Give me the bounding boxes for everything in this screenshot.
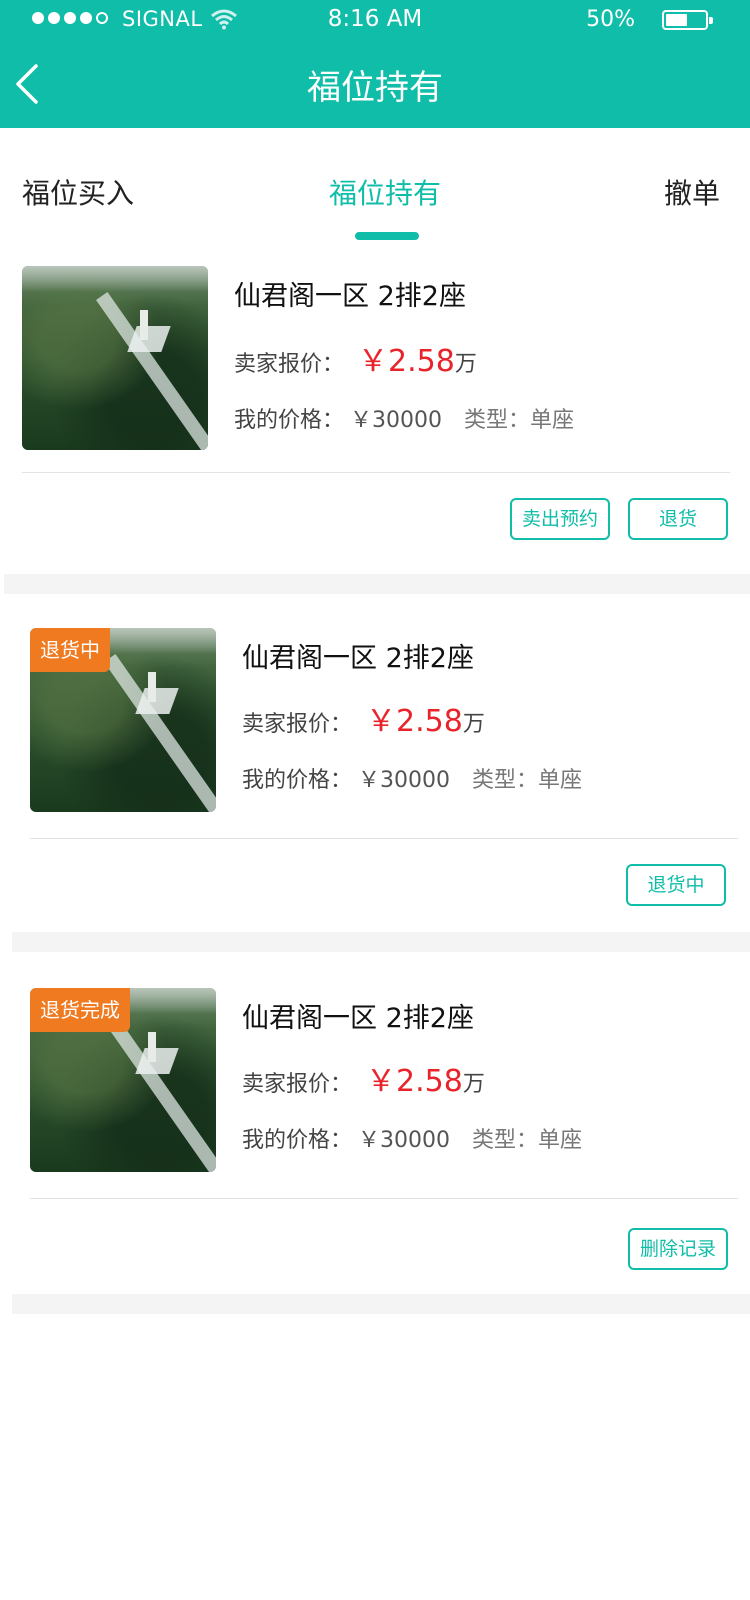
my-price: ￥30000 — [350, 408, 443, 433]
status-time: 8:16 AM — [327, 6, 423, 32]
holding-card: 仙君阁一区 2排2座 卖家报价： ￥2.58万 我的价格： ￥30000 类型：单座 … — [0, 240, 750, 570]
section-gap — [12, 1294, 750, 1314]
item-title: 仙君阁一区 2排2座 — [242, 643, 474, 674]
battery-icon — [662, 10, 713, 30]
cemetery-photo: 退货中 — [30, 628, 216, 812]
status-badge: 退货完成 — [30, 988, 130, 1032]
status-badge: 退货中 — [30, 628, 110, 672]
seller-price-row: 卖家报价： ￥2.58万 — [242, 696, 485, 740]
type-value: 单座 — [530, 408, 575, 433]
my-price: ￥30000 — [358, 768, 451, 793]
seller-price-unit: 万 — [462, 712, 485, 737]
seller-price-unit: 万 — [462, 1072, 485, 1097]
type-value: 单座 — [538, 768, 583, 793]
card-divider — [22, 472, 730, 473]
item-title: 仙君阁一区 2排2座 — [242, 1003, 474, 1034]
my-price: ￥30000 — [358, 1128, 451, 1153]
section-gap — [4, 574, 750, 594]
cemetery-photo: 退货完成 — [30, 988, 216, 1172]
my-price-label: 我的价格： — [242, 768, 353, 793]
active-tab-indicator — [355, 232, 419, 240]
my-price-label: 我的价格： — [234, 408, 345, 433]
my-price-label: 我的价格： — [242, 1128, 353, 1153]
tab-bar: 福位买入 福位持有 撤单 — [0, 128, 750, 241]
seller-price-unit: 万 — [454, 352, 477, 377]
item-title: 仙君阁一区 2排2座 — [234, 281, 466, 312]
seller-price-row: 卖家报价： ￥2.58万 — [242, 1056, 485, 1100]
my-price-row: 我的价格： ￥30000 类型：单座 — [242, 1122, 582, 1154]
return-button[interactable]: 退货 — [628, 498, 728, 540]
sell-reservation-button[interactable]: 卖出预约 — [510, 498, 610, 540]
card-divider — [30, 838, 738, 839]
seller-price: ￥2.58 — [358, 344, 455, 379]
card-divider — [30, 1198, 738, 1199]
delete-record-button[interactable]: 删除记录 — [628, 1228, 728, 1270]
tab-holding[interactable]: 福位持有 — [0, 172, 750, 212]
battery-percentage: 50% — [586, 7, 635, 32]
seller-price-row: 卖家报价： ￥2.58万 — [234, 336, 477, 380]
returning-button[interactable]: 退货中 — [626, 864, 726, 906]
seller-price-label: 卖家报价： — [234, 352, 345, 377]
section-gap — [12, 932, 750, 952]
status-bar: SIGNAL 8:16 AM 50% — [0, 0, 750, 40]
seller-price-label: 卖家报价： — [242, 1072, 353, 1097]
type-value: 单座 — [538, 1128, 583, 1153]
my-price-row: 我的价格： ￥30000 类型：单座 — [234, 402, 574, 434]
app-header: SIGNAL 8:16 AM 50% 福位持有 — [0, 0, 750, 128]
type-label: 类型： — [472, 1128, 539, 1153]
cemetery-photo — [22, 266, 208, 450]
seller-price-label: 卖家报价： — [242, 712, 353, 737]
seller-price: ￥2.58 — [366, 1064, 463, 1099]
tab-cancel-order[interactable]: 撤单 — [664, 172, 720, 212]
page-title: 福位持有 — [307, 68, 443, 108]
seller-price: ￥2.58 — [366, 704, 463, 739]
type-label: 类型： — [464, 408, 531, 433]
type-label: 类型： — [472, 768, 539, 793]
holding-card: 退货中 仙君阁一区 2排2座 卖家报价： ￥2.58万 我的价格： ￥30000 类型… — [0, 594, 750, 930]
my-price-row: 我的价格： ￥30000 类型：单座 — [242, 762, 582, 794]
holding-card: 退货完成 仙君阁一区 2排2座 卖家报价： ￥2.58万 我的价格： ￥30000 类… — [0, 952, 750, 1292]
